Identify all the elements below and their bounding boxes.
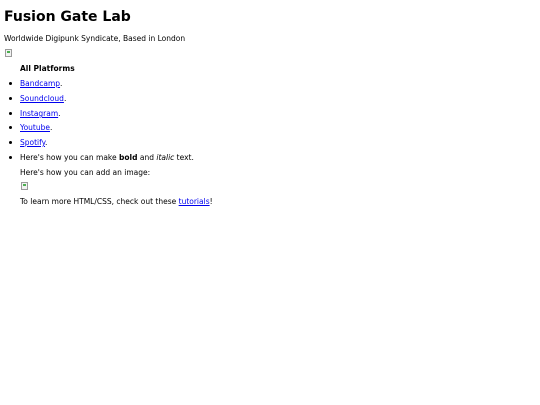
list-item-suffix: . xyxy=(58,109,61,118)
broken-image-icon xyxy=(20,181,29,190)
spotify-link[interactable]: Spotify xyxy=(20,138,45,147)
italic-text: italic xyxy=(156,153,175,162)
formatting-prefix: Here's how you can make xyxy=(20,153,119,162)
formatting-middle: and xyxy=(137,153,157,162)
tutorials-link[interactable]: tutorials xyxy=(179,197,210,206)
learn-more-text: To learn more HTML/CSS, check out these … xyxy=(20,197,213,206)
soundcloud-link[interactable]: Soundcloud xyxy=(20,94,64,103)
broken-image-icon xyxy=(4,48,13,57)
list-item-spotify: Spotify. xyxy=(8,138,48,147)
formatting-suffix: text. xyxy=(174,153,194,162)
list-item-suffix: . xyxy=(63,94,67,103)
list-item-instagram: Instagram. xyxy=(9,109,61,118)
instagram-link[interactable]: Instagram xyxy=(20,109,58,118)
platforms-heading: All Platforms xyxy=(20,64,75,73)
bandcamp-link[interactable]: Bandcamp xyxy=(20,79,60,88)
list-item-youtube: Youtube. xyxy=(8,123,53,132)
list-item-formatting: Here's how you can make bold and italic … xyxy=(9,153,194,162)
learn-more-prefix: To learn more HTML/CSS, check out these xyxy=(20,197,179,206)
list-item-soundcloud: Soundcloud. xyxy=(8,94,67,103)
list-item-suffix: . xyxy=(45,138,48,147)
youtube-link[interactable]: Youtube xyxy=(20,123,50,132)
list-item-bandcamp: Bandcamp. xyxy=(8,79,63,88)
page-title: Fusion Gate Lab xyxy=(4,9,131,25)
learn-more-suffix: ! xyxy=(209,197,213,206)
image-note: Here's how you can add an image: xyxy=(20,168,151,177)
list-item-suffix: . xyxy=(60,79,63,88)
bold-text: bold xyxy=(119,153,138,162)
list-item-suffix: . xyxy=(50,123,53,132)
tagline: Worldwide Digipunk Syndicate, Based in L… xyxy=(4,34,186,43)
